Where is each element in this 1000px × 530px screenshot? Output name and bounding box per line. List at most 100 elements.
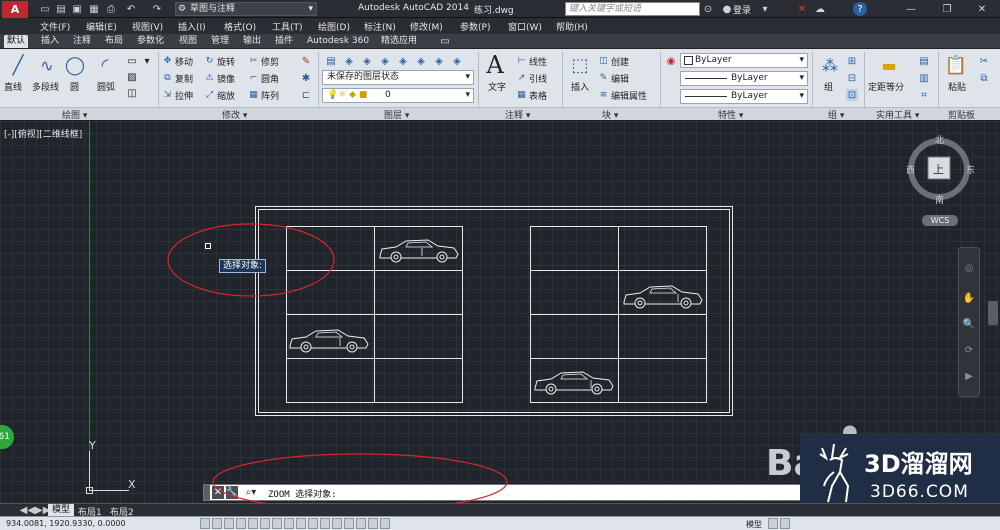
tab-nav-icon[interactable]: ◀◀▶▶ <box>20 505 51 516</box>
undo-icon[interactable]: ↶ <box>124 2 138 16</box>
viewcube-north[interactable]: 北 <box>935 133 944 146</box>
login-label[interactable]: 登录 <box>733 3 751 16</box>
trim-tool[interactable]: ✂ 修剪 <box>248 55 279 68</box>
menu-window[interactable]: 窗口(W) <box>508 20 542 33</box>
tab-output[interactable]: 输出 <box>240 35 264 48</box>
grid-button[interactable] <box>224 518 234 529</box>
group-select-icon[interactable]: ⊡ <box>846 89 858 101</box>
lwt-button[interactable] <box>320 518 330 529</box>
print-icon[interactable]: ⎙ <box>104 2 118 16</box>
drawing-canvas[interactable]: [-][俯视][二维线框] 选择对象: 上 北 南 东 西 WCS ◎ ✋ 🔍 … <box>0 121 1000 503</box>
mirror-tool[interactable]: ⚠ 镜像 <box>204 72 235 85</box>
orbit-icon[interactable]: ⟳ <box>962 343 976 357</box>
close-icon[interactable]: ✕ <box>975 2 989 16</box>
measure-divide-icon[interactable]: ▬ <box>876 55 902 75</box>
layer-state-icon-6[interactable]: ◈ <box>432 54 446 68</box>
tab-manage[interactable]: 管理 <box>208 35 232 48</box>
quick-select-icon[interactable]: ▤ <box>918 55 930 67</box>
notification-badge[interactable]: 61 <box>0 425 14 449</box>
table-tool[interactable]: ▦ 表格 <box>516 89 547 102</box>
draw-more-icon[interactable]: ▾ <box>142 55 152 67</box>
move-tool[interactable]: ✥ 移动 <box>162 55 193 68</box>
tab-parametric[interactable]: 参数化 <box>134 35 167 48</box>
copy-clip-icon[interactable]: ⧉ <box>978 72 990 84</box>
restore-icon[interactable]: ❐ <box>940 2 954 16</box>
arc-tool-icon[interactable]: ◜ <box>94 53 116 77</box>
viewcube-top-face[interactable]: 上 <box>933 161 944 177</box>
leader-tool[interactable]: ↗ 引线 <box>516 72 547 85</box>
modify-panel-title[interactable]: 修改 ▾ <box>222 108 247 121</box>
infer-constraints-button[interactable] <box>200 518 210 529</box>
redo-icon[interactable]: ↷ <box>150 2 164 16</box>
group-edit-icon[interactable]: ⊟ <box>846 72 858 84</box>
insert-block-icon[interactable]: ⬚ <box>568 53 592 77</box>
ortho-button[interactable] <box>236 518 246 529</box>
minimize-icon[interactable]: — <box>904 2 918 16</box>
group-tool-label[interactable]: 组 <box>824 80 833 93</box>
circle-tool-label[interactable]: 圆 <box>70 80 79 93</box>
explode-icon[interactable]: ✱ <box>300 72 312 84</box>
exchange-icon[interactable]: ✕ <box>795 2 809 16</box>
viewcube-east[interactable]: 东 <box>966 163 975 176</box>
polar-button[interactable] <box>248 518 258 529</box>
tab-featured-apps[interactable]: 精选应用 <box>378 35 420 48</box>
am-button[interactable] <box>368 518 378 529</box>
group-tool-icon[interactable]: ⁂ <box>818 53 842 77</box>
cloud-icon[interactable]: ☁ <box>813 2 827 16</box>
hatch-tool-icon[interactable]: ▨ <box>126 71 138 83</box>
binoculars-icon[interactable]: ⊙ <box>701 2 715 16</box>
viewport-label[interactable]: [-][俯视][二维线框] <box>4 127 82 140</box>
layer-state-icon-1[interactable]: ◈ <box>342 54 356 68</box>
ducs-button[interactable] <box>296 518 306 529</box>
autocad-logo-icon[interactable]: A <box>2 1 28 18</box>
edit-block-tool[interactable]: ✎ 编辑 <box>598 72 629 85</box>
tab-model[interactable]: 模型 <box>48 504 75 516</box>
line-tool-icon[interactable]: ╱ <box>8 53 28 77</box>
steering-wheel-icon[interactable]: ◎ <box>962 261 976 275</box>
calculator-icon[interactable]: ▥ <box>918 72 930 84</box>
menu-modify[interactable]: 修改(M) <box>410 20 443 33</box>
car-block[interactable] <box>288 326 370 354</box>
user-icon[interactable]: ● <box>720 2 734 16</box>
layers-panel-title[interactable]: 图层 ▾ <box>384 108 409 121</box>
menu-edit[interactable]: 编辑(E) <box>86 20 117 33</box>
edit-attributes-tool[interactable]: ≡ 编辑属性 <box>598 89 647 102</box>
paste-icon[interactable]: 📋 <box>944 53 968 77</box>
copy-tool[interactable]: ⧉ 复制 <box>162 72 193 85</box>
erase-icon[interactable]: ✎ <box>300 55 312 67</box>
menu-dimension[interactable]: 标注(N) <box>364 20 396 33</box>
arc-tool-label[interactable]: 圆弧 <box>97 80 115 93</box>
car-block[interactable] <box>533 368 615 396</box>
offset-icon[interactable]: ⊏ <box>300 89 312 101</box>
layer-state-icon-5[interactable]: ◈ <box>414 54 428 68</box>
paste-label[interactable]: 粘贴 <box>948 80 966 93</box>
dyn-button[interactable] <box>308 518 318 529</box>
linetype-dropdown[interactable]: ByLayer ▾ <box>680 71 808 86</box>
menu-file[interactable]: 文件(F) <box>40 20 70 33</box>
layer-state-dropdown[interactable]: 未保存的图层状态 ▾ <box>322 70 474 85</box>
polyline-tool-label[interactable]: 多段线 <box>32 80 59 93</box>
tab-annotate[interactable]: 注释 <box>70 35 94 48</box>
menu-draw[interactable]: 绘图(D) <box>318 20 350 33</box>
tpy-button[interactable] <box>332 518 342 529</box>
help-icon[interactable]: ? <box>853 2 867 16</box>
car-block[interactable] <box>378 236 460 264</box>
tab-layout[interactable]: 布局 <box>102 35 126 48</box>
wcs-menu[interactable]: WCS <box>922 215 958 226</box>
rotate-tool[interactable]: ↻ 旋转 <box>204 55 235 68</box>
fillet-tool[interactable]: ⌐ 圆角 <box>248 72 279 85</box>
qp-button[interactable] <box>344 518 354 529</box>
osnap-button[interactable] <box>260 518 270 529</box>
menu-help[interactable]: 帮助(H) <box>556 20 588 33</box>
measure-divide-label[interactable]: 定距等分 <box>868 80 904 93</box>
quick-view-button[interactable] <box>768 518 778 529</box>
3dosnap-button[interactable] <box>272 518 282 529</box>
array-tool[interactable]: ▦ 阵列 <box>248 89 279 102</box>
otrack-button[interactable] <box>284 518 294 529</box>
open-file-icon[interactable]: ▤ <box>54 2 68 16</box>
linear-dimension-tool[interactable]: ⊢ 线性 <box>516 55 547 68</box>
menu-view[interactable]: 视图(V) <box>132 20 163 33</box>
snap-button[interactable] <box>212 518 222 529</box>
zoom-icon[interactable]: 🔍 <box>962 317 976 331</box>
match-properties-icon[interactable]: ◉ <box>665 55 677 67</box>
